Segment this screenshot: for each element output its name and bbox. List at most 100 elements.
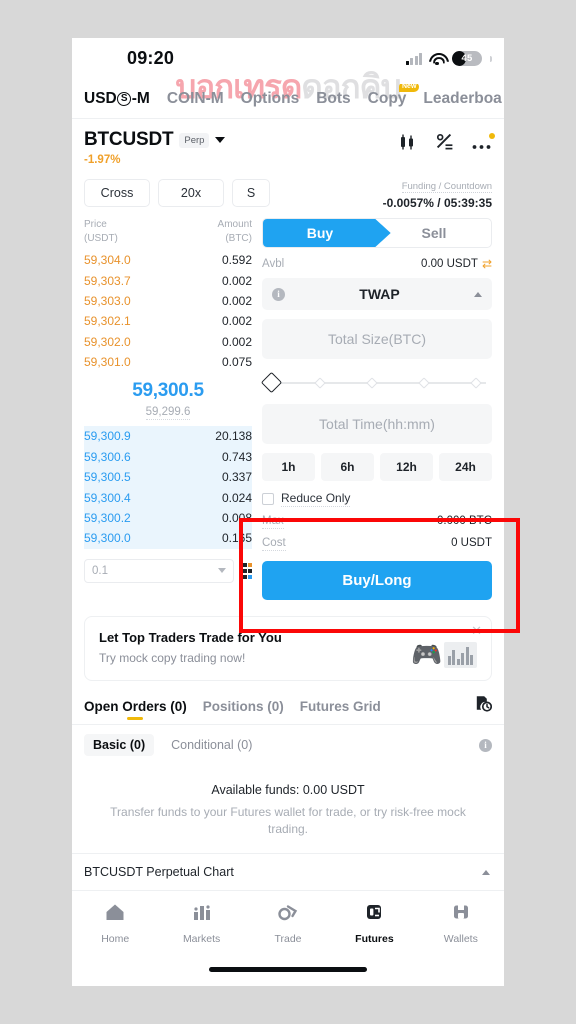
info-icon[interactable]: i xyxy=(272,287,285,301)
bid-price: 59,300.0 xyxy=(84,531,131,546)
order-book-row[interactable]: 59,303.0 0.002 xyxy=(84,291,252,311)
candlestick-chart-icon[interactable] xyxy=(398,133,418,156)
nav-trade[interactable]: Trade xyxy=(245,902,331,945)
ask-amount: 0.592 xyxy=(221,253,252,268)
tab-open-orders[interactable]: Open Orders (0) xyxy=(84,699,187,721)
order-history-icon[interactable] xyxy=(475,695,493,724)
chevron-up-icon[interactable] xyxy=(482,869,490,875)
order-book-row[interactable]: 59,300.0 0.165 xyxy=(84,528,252,549)
subtab-conditional[interactable]: Conditional (0) xyxy=(162,734,261,756)
chart-collapse-bar[interactable]: BTCUSDT Perpetual Chart xyxy=(72,853,504,890)
order-book-row[interactable]: 59,300.2 0.008 xyxy=(84,507,252,529)
order-book-row[interactable]: 59,302.0 0.002 xyxy=(84,332,252,352)
orderbook-layout-icon[interactable] xyxy=(239,562,252,579)
reduce-only-checkbox[interactable] xyxy=(262,493,274,505)
order-book-row[interactable]: 59,300.4 0.024 xyxy=(84,487,252,508)
size-slider[interactable] xyxy=(260,371,490,395)
funding-countdown[interactable]: Funding / Countdown -0.0057% / 05:39:35 xyxy=(383,176,492,210)
symbol-change: -1.97% xyxy=(84,154,121,166)
symbol-header: BTCUSDT Perp -1.97% xyxy=(72,119,504,166)
buy-tab[interactable]: Buy xyxy=(263,219,377,247)
order-book-footer: 0.1 xyxy=(84,558,252,583)
orders-tab-bar[interactable]: Open Orders (0) Positions (0) Futures Gr… xyxy=(72,681,504,724)
calculator-icon[interactable] xyxy=(436,133,454,156)
total-time-input[interactable]: Total Time(hh:mm) xyxy=(262,404,492,444)
ask-rows: 59,304.0 0.592 59,303.7 0.002 59,303.0 0.00… xyxy=(84,250,252,372)
reduce-only-row[interactable]: Reduce Only xyxy=(262,491,492,507)
order-type-select[interactable]: i TWAP xyxy=(262,278,492,310)
bid-price: 59,300.9 xyxy=(84,429,131,444)
bid-price: 59,300.4 xyxy=(84,490,131,505)
time-preset-12h[interactable]: 12h xyxy=(380,453,433,481)
order-book-row[interactable]: 59,301.0 0.075 xyxy=(84,352,252,372)
tab-copy[interactable]: Copy New xyxy=(367,84,420,108)
battery-icon: 45 xyxy=(452,51,482,66)
leverage-button[interactable]: 20x xyxy=(158,179,224,207)
symbol-actions[interactable] xyxy=(398,129,495,156)
time-preset-24h[interactable]: 24h xyxy=(439,453,492,481)
preference-button[interactable]: S xyxy=(232,179,270,207)
signal-icon xyxy=(405,52,422,65)
funding-label: Funding / Countdown xyxy=(401,181,492,193)
sell-tab[interactable]: Sell xyxy=(377,219,491,247)
chevron-down-icon[interactable] xyxy=(215,137,226,143)
nav-futures[interactable]: Futures xyxy=(331,902,417,945)
orders-subtab-bar[interactable]: Basic (0) Conditional (0) i xyxy=(72,725,504,765)
slider-node[interactable] xyxy=(470,376,482,389)
mid-price-block[interactable]: 59,300.5 59,299.6 xyxy=(84,372,252,426)
tab-copy-label: Copy xyxy=(367,90,407,107)
subtab-basic[interactable]: Basic (0) xyxy=(84,734,155,756)
gamepad-icon: 🎮 xyxy=(411,641,443,669)
chevron-up-icon[interactable] xyxy=(474,291,482,297)
order-book-row[interactable]: 59,300.6 0.743 xyxy=(84,446,252,467)
tab-coin-m[interactable]: COIN-M xyxy=(167,90,224,108)
tab-positions[interactable]: Positions (0) xyxy=(203,699,284,721)
total-time-placeholder: Total Time(hh:mm) xyxy=(319,416,435,432)
orders-empty-state: Available funds: 0.00 USDT Transfer fund… xyxy=(72,765,504,839)
order-book-row[interactable]: 59,302.1 0.002 xyxy=(84,311,252,331)
time-preset-group[interactable]: 1h 6h 12h 24h xyxy=(262,453,492,481)
slider-node[interactable] xyxy=(314,376,326,389)
trade-settings-chips[interactable]: Cross 20x S xyxy=(84,179,270,207)
bid-price: 59,300.5 xyxy=(84,470,131,485)
promo-banner[interactable]: ✕ Let Top Traders Trade for You Try mock… xyxy=(84,616,492,681)
symbol-tag: Perp xyxy=(179,132,210,148)
tab-options[interactable]: Options xyxy=(241,90,300,108)
tab-bots[interactable]: Bots xyxy=(316,90,350,108)
home-icon xyxy=(104,902,126,927)
time-preset-6h[interactable]: 6h xyxy=(321,453,374,481)
slider-handle[interactable] xyxy=(260,371,283,394)
top-tab-bar[interactable]: USD S -M COIN-M Options Bots Copy New Lead… xyxy=(72,84,504,119)
nav-wallets[interactable]: Wallets xyxy=(418,902,504,945)
buy-sell-toggle[interactable]: Buy Sell xyxy=(262,218,492,248)
nav-markets[interactable]: Markets xyxy=(158,902,244,945)
order-book-row[interactable]: 59,300.9 20.138 xyxy=(84,426,252,447)
time-preset-1h[interactable]: 1h xyxy=(262,453,315,481)
close-icon[interactable]: ✕ xyxy=(471,623,482,639)
order-book-row[interactable]: 59,300.5 0.337 xyxy=(84,467,252,488)
slider-node[interactable] xyxy=(418,376,430,389)
tick-size-select[interactable]: 0.1 xyxy=(84,558,234,583)
buy-long-button[interactable]: Buy/Long xyxy=(262,561,492,600)
order-book-row[interactable]: 59,304.0 0.592 xyxy=(84,250,252,270)
total-size-input[interactable]: Total Size(BTC) xyxy=(262,319,492,359)
bid-price: 59,300.6 xyxy=(84,449,131,464)
margin-mode-button[interactable]: Cross xyxy=(84,179,150,207)
bid-amount: 0.008 xyxy=(221,510,252,525)
symbol-selector[interactable]: BTCUSDT Perp xyxy=(84,129,398,151)
more-options-icon[interactable] xyxy=(472,132,495,154)
tab-usds-m[interactable]: USD S -M xyxy=(84,90,150,108)
info-icon[interactable]: i xyxy=(479,738,492,752)
reduce-only-label: Reduce Only xyxy=(281,491,351,507)
transfer-icon[interactable]: ⇄ xyxy=(482,257,492,271)
trade-settings-row: Cross 20x S Funding / Countdown -0.0057%… xyxy=(72,166,504,218)
symbol-info[interactable]: BTCUSDT Perp -1.97% xyxy=(84,129,398,166)
tab-leaderboard[interactable]: Leaderboa xyxy=(423,90,501,108)
trade-icon xyxy=(277,902,299,927)
tab-futures-grid[interactable]: Futures Grid xyxy=(300,699,381,721)
order-book-row[interactable]: 59,303.7 0.002 xyxy=(84,270,252,290)
nav-home[interactable]: Home xyxy=(72,902,158,945)
battery-level: 45 xyxy=(461,53,473,64)
ob-amount-unit: (BTC) xyxy=(225,232,252,244)
slider-node[interactable] xyxy=(366,376,378,389)
